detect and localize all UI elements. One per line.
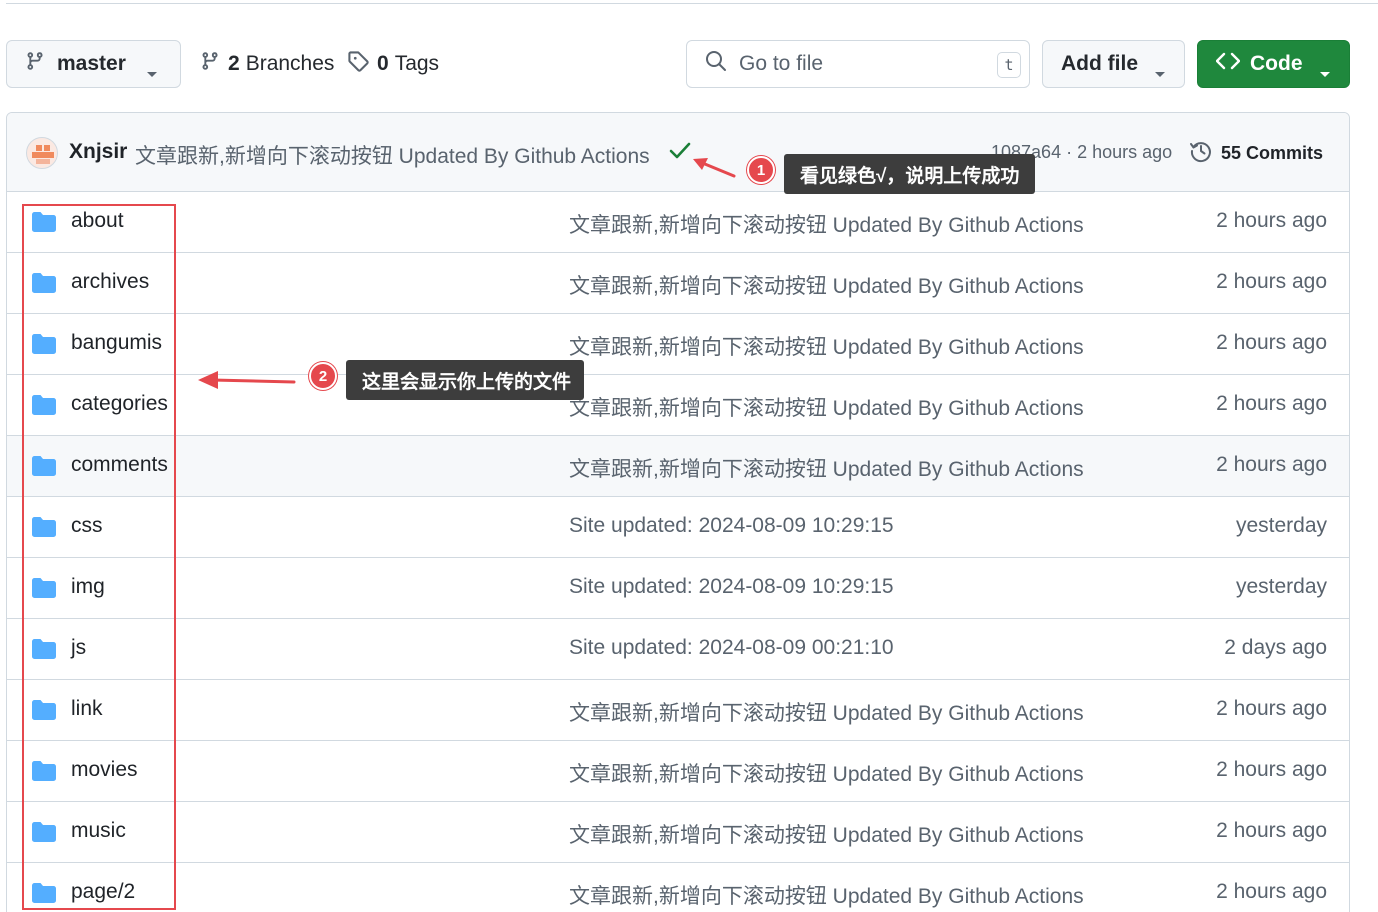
file-commit-time: 2 hours ago (1216, 819, 1327, 842)
file-row[interactable]: bangumis 文章跟新,新增向下滚动按钮 Updated By Github … (7, 314, 1349, 375)
file-row[interactable]: img Site updated: 2024-08-09 10:29:15 yest… (7, 558, 1349, 619)
branch-name: master (57, 52, 126, 75)
file-commit-time: 2 hours ago (1216, 392, 1327, 415)
annotation-tooltip-2: 这里会显示你上传的文件 (346, 360, 584, 400)
go-to-file-input[interactable]: Go to file t (686, 40, 1030, 88)
branches-label: Branches (245, 52, 335, 75)
branches-link[interactable]: 2 Branches (200, 40, 334, 88)
code-label: Code (1250, 52, 1303, 75)
file-commit-time: 2 hours ago (1216, 331, 1327, 354)
commits-count-label: 55 Commits (1221, 143, 1324, 163)
add-file-label: Add file (1061, 52, 1138, 75)
file-commit-time: 2 hours ago (1216, 270, 1327, 293)
file-row[interactable]: music 文章跟新,新增向下滚动按钮 Updated By Github Act… (7, 802, 1349, 863)
tag-icon (347, 50, 369, 78)
latest-commit-bar: Xnjsir 文章跟新,新增向下滚动按钮 Updated By Github A… (7, 113, 1349, 192)
file-commit-message[interactable]: 文章跟新,新增向下滚动按钮 Updated By Github Actions (569, 880, 1084, 910)
top-divider (6, 3, 1378, 4)
file-commit-message[interactable]: 文章跟新,新增向下滚动按钮 Updated By Github Actions (569, 819, 1084, 849)
file-commit-time: 2 hours ago (1216, 453, 1327, 476)
tags-count: 0 (377, 52, 389, 75)
file-commit-time: yesterday (1235, 514, 1327, 537)
file-list: about 文章跟新,新增向下滚动按钮 Updated By Github Act… (7, 192, 1349, 912)
file-list-highlight-box (22, 204, 176, 910)
annotation-arrow-2 (198, 371, 296, 389)
commit-author[interactable]: Xnjsir (69, 140, 127, 164)
git-branch-icon (200, 50, 220, 78)
chevron-down-icon (1319, 61, 1331, 85)
file-commit-message[interactable]: 文章跟新,新增向下滚动按钮 Updated By Github Actions (569, 209, 1084, 239)
search-placeholder: Go to file (739, 52, 824, 75)
check-icon[interactable] (669, 141, 691, 166)
annotation-tooltip-1: 看见绿色√，说明上传成功 (784, 154, 1035, 194)
file-row[interactable]: css Site updated: 2024-08-09 10:29:15 yest… (7, 497, 1349, 558)
chevron-down-icon (146, 61, 158, 85)
file-commit-message[interactable]: 文章跟新,新增向下滚动按钮 Updated By Github Actions (569, 453, 1084, 483)
file-commit-message[interactable]: Site updated: 2024-08-09 10:29:15 (569, 575, 894, 599)
file-commit-time: 2 hours ago (1216, 209, 1327, 232)
commit-message[interactable]: 文章跟新,新增向下滚动按钮 Updated By Github Actions (135, 140, 650, 170)
file-row[interactable]: page/2 文章跟新,新增向下滚动按钮 Updated By Github Ac… (7, 863, 1349, 912)
repo-toolbar: master 2 Branches 0 Tags Go to file t Add … (0, 40, 1378, 88)
file-row[interactable]: link 文章跟新,新增向下滚动按钮 Updated By Github Acti… (7, 680, 1349, 741)
tags-label: Tags (394, 52, 440, 75)
file-row[interactable]: comments 文章跟新,新增向下滚动按钮 Updated By Github … (7, 436, 1349, 497)
file-commit-time: 2 hours ago (1216, 758, 1327, 781)
tags-link[interactable]: 0 Tags (347, 40, 439, 88)
file-commit-message[interactable]: 文章跟新,新增向下滚动按钮 Updated By Github Actions (569, 392, 1084, 422)
file-commit-time: 2 hours ago (1216, 880, 1327, 903)
search-icon (705, 50, 727, 78)
file-row[interactable]: archives 文章跟新,新增向下滚动按钮 Updated By Github … (7, 253, 1349, 314)
annotation-badge-2: 2 (309, 362, 337, 390)
file-commit-message[interactable]: Site updated: 2024-08-09 10:29:15 (569, 514, 894, 538)
file-commit-time: yesterday (1235, 575, 1327, 598)
code-button[interactable]: Code (1197, 40, 1350, 88)
file-commit-time: 2 days ago (1224, 636, 1327, 659)
file-row[interactable]: about 文章跟新,新增向下滚动按钮 Updated By Github Act… (7, 192, 1349, 253)
annotation-badge-1: 1 (747, 156, 775, 184)
branches-count: 2 (228, 52, 240, 75)
code-icon (1215, 52, 1241, 76)
keyboard-shortcut-hint: t (997, 52, 1021, 78)
file-commit-message[interactable]: 文章跟新,新增向下滚动按钮 Updated By Github Actions (569, 758, 1084, 788)
file-commit-message[interactable]: Site updated: 2024-08-09 00:21:10 (569, 636, 894, 660)
file-commit-message[interactable]: 文章跟新,新增向下滚动按钮 Updated By Github Actions (569, 697, 1084, 727)
annotation-arrow-1 (693, 158, 736, 178)
avatar[interactable] (26, 137, 58, 169)
history-icon (1189, 139, 1213, 168)
file-row[interactable]: movies 文章跟新,新增向下滚动按钮 Updated By Github Ac… (7, 741, 1349, 802)
git-branch-icon (25, 50, 45, 78)
file-commit-message[interactable]: 文章跟新,新增向下滚动按钮 Updated By Github Actions (569, 331, 1084, 361)
file-browser: Xnjsir 文章跟新,新增向下滚动按钮 Updated By Github A… (6, 112, 1350, 912)
file-row[interactable]: js Site updated: 2024-08-09 00:21:10 2 day… (7, 619, 1349, 680)
chevron-down-icon (1154, 61, 1166, 85)
file-commit-time: 2 hours ago (1216, 697, 1327, 720)
file-commit-message[interactable]: 文章跟新,新增向下滚动按钮 Updated By Github Actions (569, 270, 1084, 300)
add-file-button[interactable]: Add file (1042, 40, 1185, 88)
commits-history-link[interactable]: 55 Commits (1189, 139, 1323, 168)
branch-select-button[interactable]: master (6, 40, 181, 88)
